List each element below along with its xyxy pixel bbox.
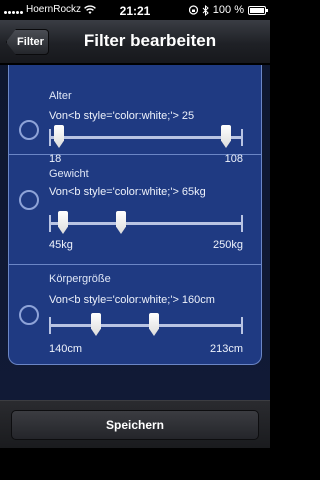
slider-cap-right: [241, 129, 243, 146]
slider-track: [49, 222, 243, 225]
range-slider-gewicht[interactable]: [49, 211, 243, 234]
slider-track: [49, 136, 243, 139]
slider-cap-right: [241, 215, 243, 232]
slider-thumb-min[interactable]: [54, 125, 64, 148]
slider-track: [49, 324, 243, 327]
back-button[interactable]: Filter: [6, 29, 49, 55]
slider-thumb-max[interactable]: [149, 313, 159, 336]
slider-thumb-min[interactable]: [58, 211, 68, 234]
slider-min-label: 18: [49, 153, 62, 165]
filter-row-alter[interactable]: Alter Von<b style='color:white;'> 25 18 …: [9, 65, 261, 165]
slider-thumb-min[interactable]: [91, 313, 101, 336]
range-slider-koerpergroesse[interactable]: [49, 313, 243, 336]
filter-label: Gewicht: [49, 168, 89, 180]
slider-cap-right: [241, 317, 243, 334]
filter-value: Von<b style='color:white;'> 160cm: [49, 294, 215, 306]
filter-row-koerpergroesse[interactable]: Körpergröße Von<b style='color:white;'> …: [9, 265, 261, 355]
slider-cap-left: [49, 317, 51, 334]
slider-min-label: 140cm: [49, 343, 83, 355]
rotation-lock-icon: [188, 5, 198, 15]
status-bar: HoernRockz 21:21 100 %: [0, 0, 270, 20]
filter-value: Von<b style='color:white;'> 25: [49, 110, 195, 122]
battery-percent: 100 %: [212, 4, 244, 16]
save-button[interactable]: Speichern: [11, 410, 259, 440]
filter-row-gewicht[interactable]: Gewicht Von<b style='color:white;'> 65kg…: [9, 168, 261, 265]
slider-max-label: 250kg: [213, 239, 243, 251]
range-slider-alter[interactable]: [49, 125, 243, 148]
slider-max-label: 108: [224, 153, 243, 165]
slider-cap-left: [49, 215, 51, 232]
status-right: 100 %: [188, 4, 268, 16]
footer-toolbar: Speichern: [0, 400, 270, 448]
radio-button-gewicht[interactable]: [19, 190, 39, 210]
slider-cap-left: [49, 129, 51, 146]
radio-button-koerpergroesse[interactable]: [19, 305, 39, 325]
bluetooth-icon: [202, 4, 209, 16]
slider-thumb-max[interactable]: [221, 125, 231, 148]
slider-thumb-max[interactable]: [116, 211, 126, 234]
filter-group: Alter Von<b style='color:white;'> 25 18 …: [8, 65, 262, 365]
filter-label: Alter: [49, 90, 72, 102]
radio-button-alter[interactable]: [19, 120, 39, 140]
navigation-bar: Filter Filter bearbeiten: [0, 20, 270, 64]
bottom-bar: [0, 448, 270, 480]
filter-value: Von<b style='color:white;'> 65kg: [49, 186, 206, 198]
filter-label: Körpergröße: [49, 273, 111, 285]
filter-list-area: Alter Von<b style='color:white;'> 25 18 …: [0, 65, 270, 400]
battery-icon: [248, 5, 268, 15]
slider-max-label: 213cm: [209, 343, 243, 355]
slider-min-label: 45kg: [49, 239, 73, 251]
battery-fill: [250, 7, 264, 13]
page-title: Filter bearbeiten: [83, 31, 217, 50]
